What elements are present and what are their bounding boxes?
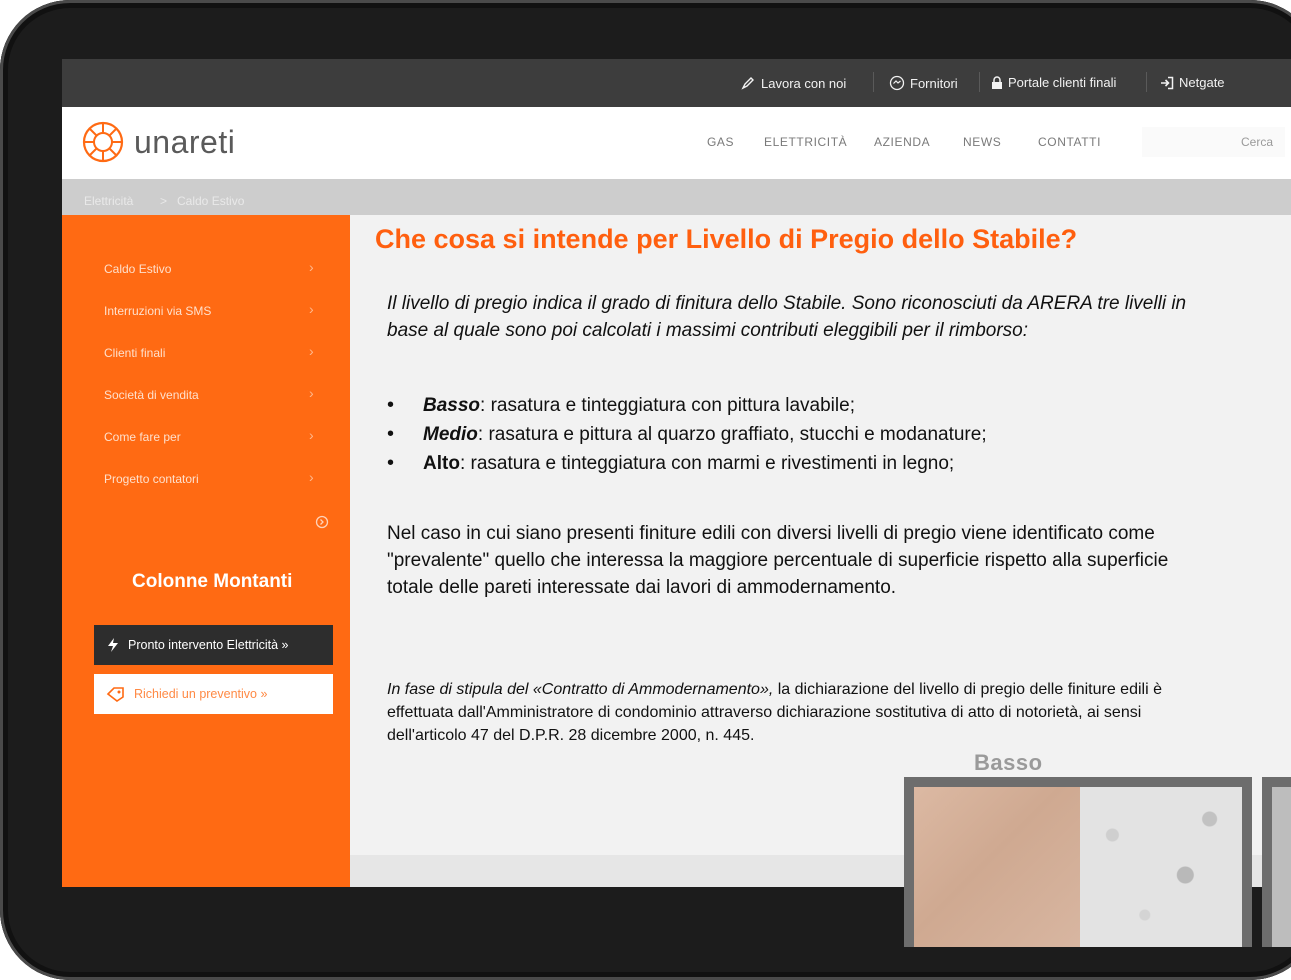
customer-portal-link[interactable]: Portale clienti finali (991, 75, 1116, 90)
chevron-right-icon: › (309, 259, 314, 275)
next-sample-fill (1272, 787, 1291, 947)
suppliers-label: Fornitori (910, 75, 958, 91)
emergency-button-label: Pronto intervento Elettricità » (128, 638, 289, 652)
tag-icon (106, 687, 124, 702)
textured-plaster-sample (1080, 787, 1242, 947)
list-item: • Basso : rasatura e tinteggiatura con p… (387, 391, 987, 420)
list-item: • Alto : rasatura e tinteggiatura con ma… (387, 449, 987, 478)
page-title: Che cosa si intende per Livello di Pregi… (375, 224, 1078, 254)
expand-circle-icon[interactable] (315, 515, 329, 529)
sidebar-item-progetto-contatori[interactable]: Progetto contatori (104, 472, 199, 486)
level-name: Alto (423, 453, 460, 474)
sidebar-item-caldo-estivo[interactable]: Caldo Estivo (104, 262, 171, 276)
netgate-link[interactable]: Netgate (1160, 75, 1225, 90)
finish-sample-image (904, 777, 1252, 947)
breadcrumb-root[interactable]: Elettricità (84, 194, 133, 208)
basso-image-label: Basso (974, 750, 1043, 775)
breadcrumb-separator: > (160, 194, 168, 208)
sidebar: Caldo Estivo › Interruzioni via SMS › Cl… (62, 215, 350, 887)
declaration-note-italic: In fase di stipula del «Contratto di Amm… (387, 681, 774, 698)
customer-portal-label: Portale clienti finali (1008, 75, 1117, 90)
smooth-paint-sample (914, 787, 1080, 947)
list-item: • Medio : rasatura e pittura al quarzo g… (387, 420, 987, 449)
sidebar-item-interruzioni-sms[interactable]: Interruzioni via SMS (104, 304, 211, 318)
search-placeholder: Cerca (1240, 135, 1273, 149)
chevron-right-icon: › (309, 427, 314, 443)
divider (979, 72, 980, 92)
chevron-right-icon: › (309, 343, 314, 359)
breadcrumb: Elettricità > Caldo Estivo (62, 179, 1291, 215)
chevron-right-icon: › (309, 301, 314, 317)
logo[interactable]: unareti (80, 119, 235, 165)
level-description: : rasatura e tinteggiatura con pittura l… (480, 395, 855, 416)
level-name: Medio (423, 424, 478, 445)
nav-news[interactable]: NEWS (963, 135, 1001, 149)
divider (1146, 72, 1147, 92)
login-icon (1161, 76, 1174, 89)
bullet-mark: • (387, 394, 395, 416)
level-description: : rasatura e pittura al quarzo graffiato… (477, 424, 987, 445)
work-with-us-label: Lavora con noi (761, 75, 847, 91)
logo-text: unareti (134, 123, 236, 160)
next-sample-image (1262, 777, 1291, 947)
intro-paragraph: Il livello di pregio indica il grado di … (387, 293, 1187, 341)
pen-icon (741, 77, 754, 90)
utility-bar: Lavora con noi Fornitori Portale clienti… (62, 59, 1291, 107)
nav-elettricita[interactable]: ELETTRICITÀ (764, 135, 847, 149)
site-header: unareti GAS ELETTRICITÀ AZIENDA NEWS CON… (62, 107, 1291, 179)
emergency-button[interactable]: Pronto intervento Elettricità » (94, 625, 333, 665)
chevron-right-icon: › (309, 469, 314, 485)
network-sphere-icon (82, 121, 124, 163)
handshake-icon (889, 75, 905, 91)
level-name: Basso (423, 395, 481, 416)
netgate-label: Netgate (1179, 75, 1225, 90)
bullet-mark: • (387, 452, 395, 474)
declaration-note: In fase di stipula del «Contratto di Amm… (387, 678, 1167, 747)
levels-list: • Basso : rasatura e tinteggiatura con p… (387, 391, 987, 478)
search-input[interactable]: Cerca (1142, 127, 1285, 157)
chevron-right-icon: › (309, 385, 314, 401)
lightning-icon (108, 638, 118, 652)
lock-icon (992, 75, 1002, 89)
sidebar-item-come-fare-per[interactable]: Come fare per (104, 430, 181, 444)
nav-gas[interactable]: GAS (707, 135, 734, 149)
sidebar-item-clienti-finali[interactable]: Clienti finali (104, 346, 165, 360)
divider (873, 72, 874, 92)
sidebar-heading: Colonne Montanti (132, 571, 293, 592)
level-description: : rasatura e tinteggiatura con marmi e r… (459, 453, 955, 474)
quote-button-label: Richiedi un preventivo » (134, 687, 268, 701)
sidebar-item-societa-vendita[interactable]: Società di vendita (104, 388, 199, 402)
prevalent-paragraph: Nel caso in cui siano presenti finiture … (387, 523, 1169, 598)
suppliers-link[interactable]: Fornitori (889, 75, 958, 91)
quote-button[interactable]: Richiedi un preventivo » (94, 674, 333, 714)
bullet-mark: • (387, 423, 395, 445)
breadcrumb-current: Caldo Estivo (177, 194, 245, 208)
work-with-us-link[interactable]: Lavora con noi (740, 75, 846, 91)
nav-azienda[interactable]: AZIENDA (874, 135, 930, 149)
nav-contatti[interactable]: CONTATTI (1038, 135, 1101, 149)
